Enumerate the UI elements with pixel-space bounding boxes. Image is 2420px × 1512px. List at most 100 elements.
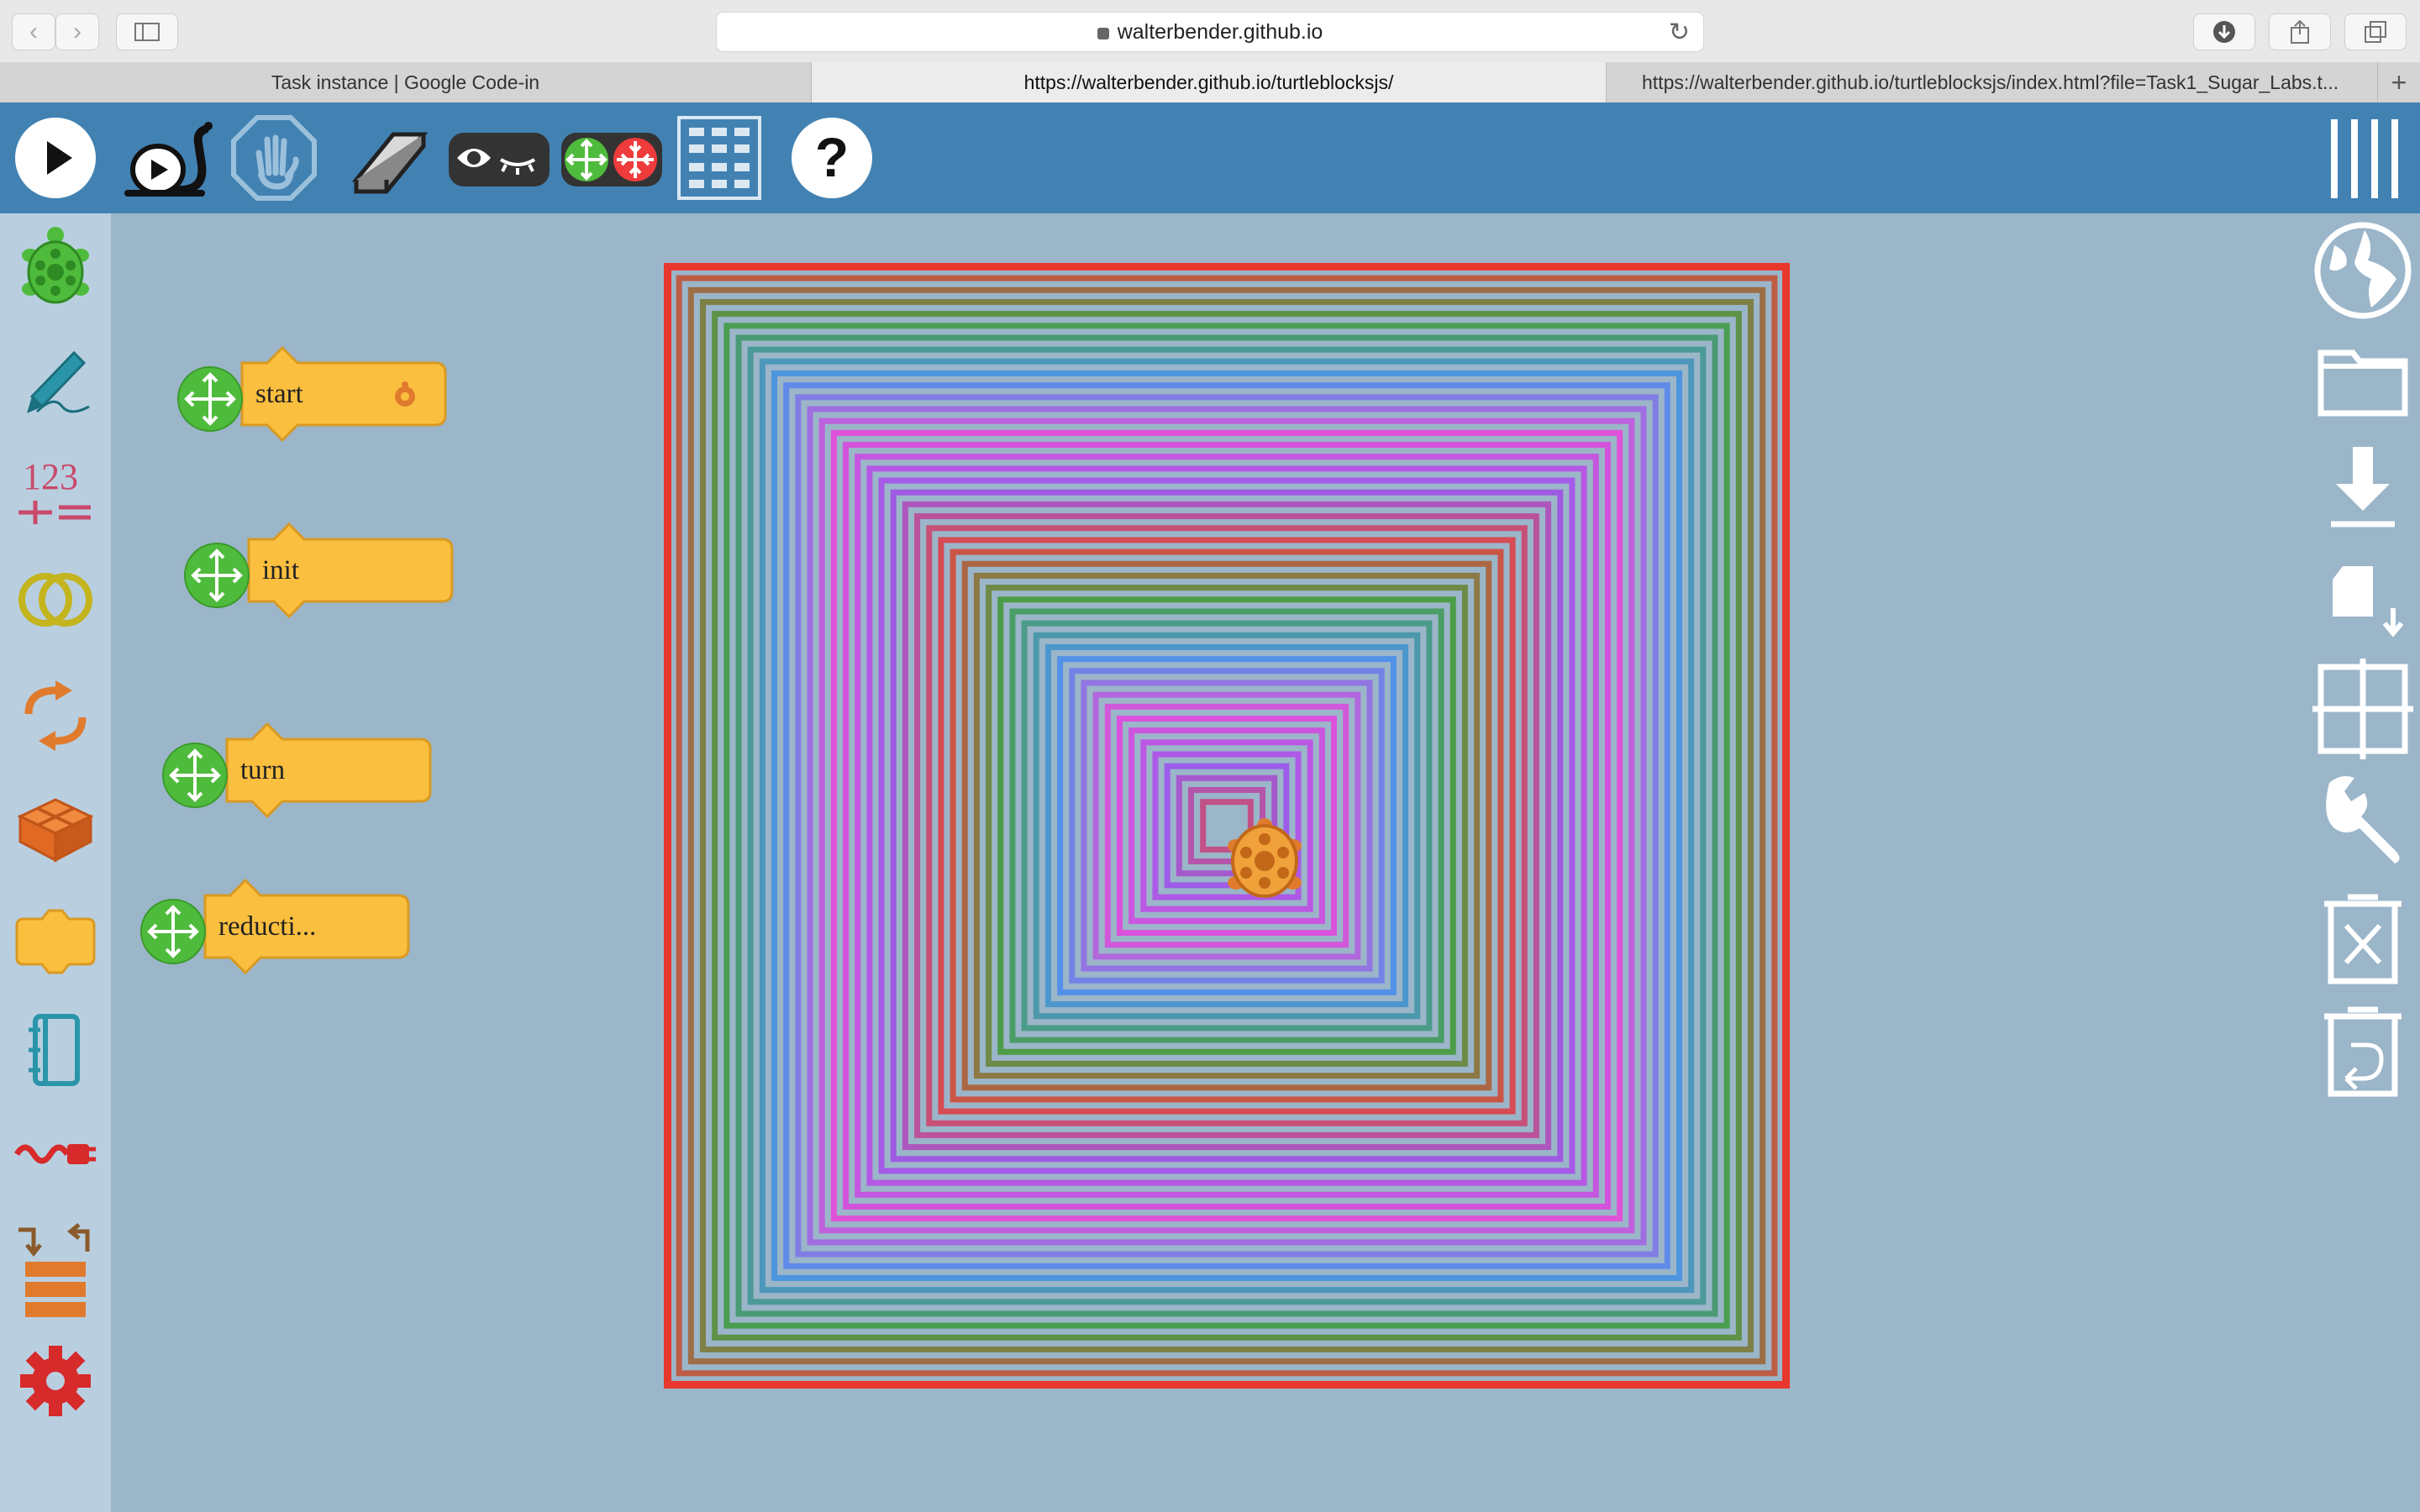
address-text: walterbender.github.io (1117, 19, 1323, 44)
menu-bars-icon (2331, 119, 2398, 198)
tabs-icon (2365, 21, 2386, 43)
tab-google-code-in[interactable]: Task instance | Google Code-in (0, 62, 812, 102)
show-hide-blocks-button[interactable] (447, 114, 551, 202)
spiral-line (1128, 727, 1325, 924)
number-icon: 123 (18, 456, 91, 524)
grid-toggle-button[interactable] (2312, 659, 2413, 759)
plus-icon: + (2391, 66, 2407, 97)
square-spiral (664, 263, 1790, 1389)
save-download-icon (2331, 447, 2395, 528)
palette-extras[interactable] (12, 1221, 99, 1331)
start-block-shape (177, 345, 447, 443)
load-plugin-button[interactable] (2312, 548, 2413, 648)
aux-menu-button[interactable] (2321, 114, 2408, 202)
new-tab-button[interactable]: + (2378, 62, 2420, 102)
open-project-button[interactable] (2312, 329, 2413, 430)
slow-play-snail-icon (124, 122, 213, 197)
downloads-button[interactable] (2193, 13, 2255, 50)
back-button[interactable]: ‹ (12, 13, 55, 50)
spiral-line (723, 323, 1730, 1329)
share-icon (2291, 19, 2309, 44)
action-icon (15, 909, 96, 974)
run-slow-button[interactable] (118, 114, 218, 202)
help-button[interactable]: ? (788, 114, 876, 202)
address-bar[interactable]: walterbender.github.io ↻ (716, 12, 1704, 52)
eraser-icon (351, 132, 429, 194)
turn-block-label: turn (240, 755, 286, 785)
share-button[interactable] (2269, 13, 2331, 50)
boolean-icon (18, 573, 92, 627)
spiral-line (997, 596, 1456, 1055)
turtle-sprite[interactable] (1228, 818, 1302, 898)
spiral-line (759, 358, 1695, 1294)
svg-text:?: ? (815, 126, 849, 188)
browser-chrome: ‹ › walterbender.github.io ↻ (0, 0, 2420, 63)
spiral-line (771, 370, 1682, 1281)
palette-box[interactable] (12, 783, 99, 867)
spiral-line (807, 406, 1647, 1246)
chevron-right-icon: › (73, 18, 82, 45)
spiral-line (687, 286, 1766, 1365)
collapse-expand-icon (561, 133, 662, 186)
play-icon (15, 118, 96, 198)
grid-menu-icon (677, 116, 761, 200)
lock-icon (1097, 28, 1109, 39)
restore-trash-button[interactable] (2312, 998, 2413, 1099)
stop-button[interactable] (230, 114, 318, 202)
palette-boolean[interactable] (12, 558, 99, 642)
spiral-line (961, 560, 1492, 1091)
tabs-overview-button[interactable] (2344, 13, 2407, 50)
palette-action[interactable] (12, 899, 99, 983)
palette-settings[interactable] (12, 1339, 99, 1423)
reduction-block-label: reducti... (218, 911, 317, 942)
tab-turtleblocks[interactable]: https://walterbender.github.io/turtleblo… (812, 62, 1607, 102)
palette-number[interactable]: 123 (12, 449, 99, 533)
sensors-icon (14, 1144, 96, 1164)
delete-all-button[interactable] (2312, 885, 2413, 986)
clear-button[interactable] (343, 114, 430, 202)
spiral-line (878, 477, 1576, 1174)
spiral-line (855, 454, 1599, 1198)
language-button[interactable] (2312, 220, 2413, 321)
tab-turtleblocks-file[interactable]: https://walterbender.github.io/turtleblo… (1607, 62, 2378, 102)
forward-button[interactable]: › (55, 13, 99, 50)
settings-gear-icon (20, 1346, 91, 1416)
turtle-drawing (664, 263, 1790, 1389)
reload-icon[interactable]: ↻ (1669, 18, 1690, 47)
spiral-line (926, 525, 1528, 1126)
turn-block[interactable]: turn (160, 722, 437, 826)
spiral-line (1044, 643, 1409, 1008)
spiral-line (843, 442, 1611, 1210)
save-project-button[interactable] (2312, 438, 2413, 539)
sidebar-icon (134, 23, 160, 41)
grid-icon (2312, 659, 2413, 759)
turn-block-shape (162, 722, 432, 819)
hide-blocks-eye-icon (449, 133, 550, 186)
palette-turtle[interactable] (12, 223, 99, 307)
palette-flow[interactable] (12, 674, 99, 758)
tools-button[interactable] (2312, 768, 2413, 869)
spiral-line (1009, 608, 1444, 1043)
palette-sensors[interactable] (12, 1117, 99, 1201)
tools-wrench-icon (2326, 776, 2400, 864)
sidebar-toggle-button[interactable] (116, 13, 178, 50)
delete-trash-icon (2324, 894, 2402, 984)
open-folder-icon (2317, 349, 2408, 417)
chevron-left-icon: ‹ (29, 18, 38, 45)
menu-grid-button[interactable] (676, 114, 763, 202)
spiral-line (735, 334, 1718, 1317)
palette-media[interactable] (12, 1008, 99, 1092)
run-button[interactable] (12, 114, 99, 202)
palette-sidebar: 123 (0, 213, 111, 1512)
pen-icon (27, 350, 90, 413)
reduction-block[interactable]: reducti... (138, 878, 415, 982)
spiral-line (890, 489, 1564, 1163)
svg-text:123: 123 (23, 456, 78, 497)
language-globe-icon (2314, 222, 2412, 319)
turtle-icon (22, 227, 89, 304)
init-block[interactable]: init (182, 522, 459, 626)
collapse-expand-button[interactable] (560, 114, 664, 202)
start-block[interactable]: start (175, 345, 452, 449)
tab-bar: Task instance | Google Code-in https://w… (0, 62, 2420, 103)
palette-pen[interactable] (12, 336, 99, 420)
